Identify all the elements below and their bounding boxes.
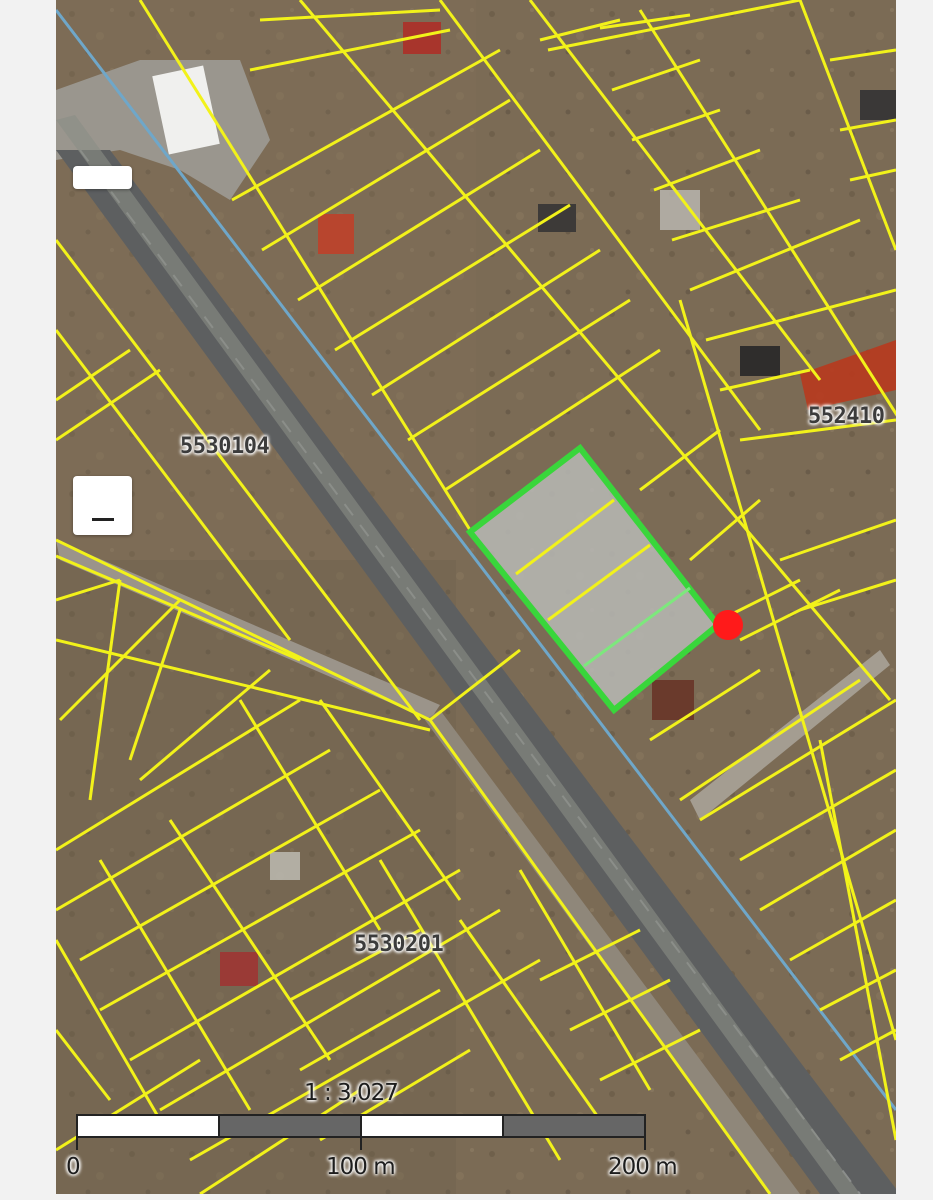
location-marker[interactable] — [713, 610, 743, 640]
house — [538, 204, 576, 232]
map-canvas[interactable] — [56, 0, 896, 1194]
map-viewport[interactable] — [56, 0, 896, 1194]
scale-label-200m: 200 m — [608, 1154, 678, 1180]
scale-label-zero: 0 — [66, 1154, 81, 1180]
parcel-label: 5530104 — [180, 434, 270, 459]
zoom-in-button[interactable] — [73, 166, 132, 189]
house — [860, 90, 896, 120]
parcel-label: 5530201 — [354, 932, 444, 957]
minus-icon — [91, 518, 114, 521]
scale-ratio: 1 : 3,027 — [304, 1080, 399, 1106]
house — [270, 852, 300, 880]
house — [652, 680, 694, 720]
scale-bar — [76, 1114, 646, 1138]
parcel-label: 552410 — [808, 404, 885, 429]
scale-label-100m: 100 m — [326, 1154, 396, 1180]
house — [318, 214, 354, 254]
zoom-out-button[interactable] — [73, 476, 132, 535]
house — [220, 952, 258, 986]
house — [740, 346, 780, 376]
